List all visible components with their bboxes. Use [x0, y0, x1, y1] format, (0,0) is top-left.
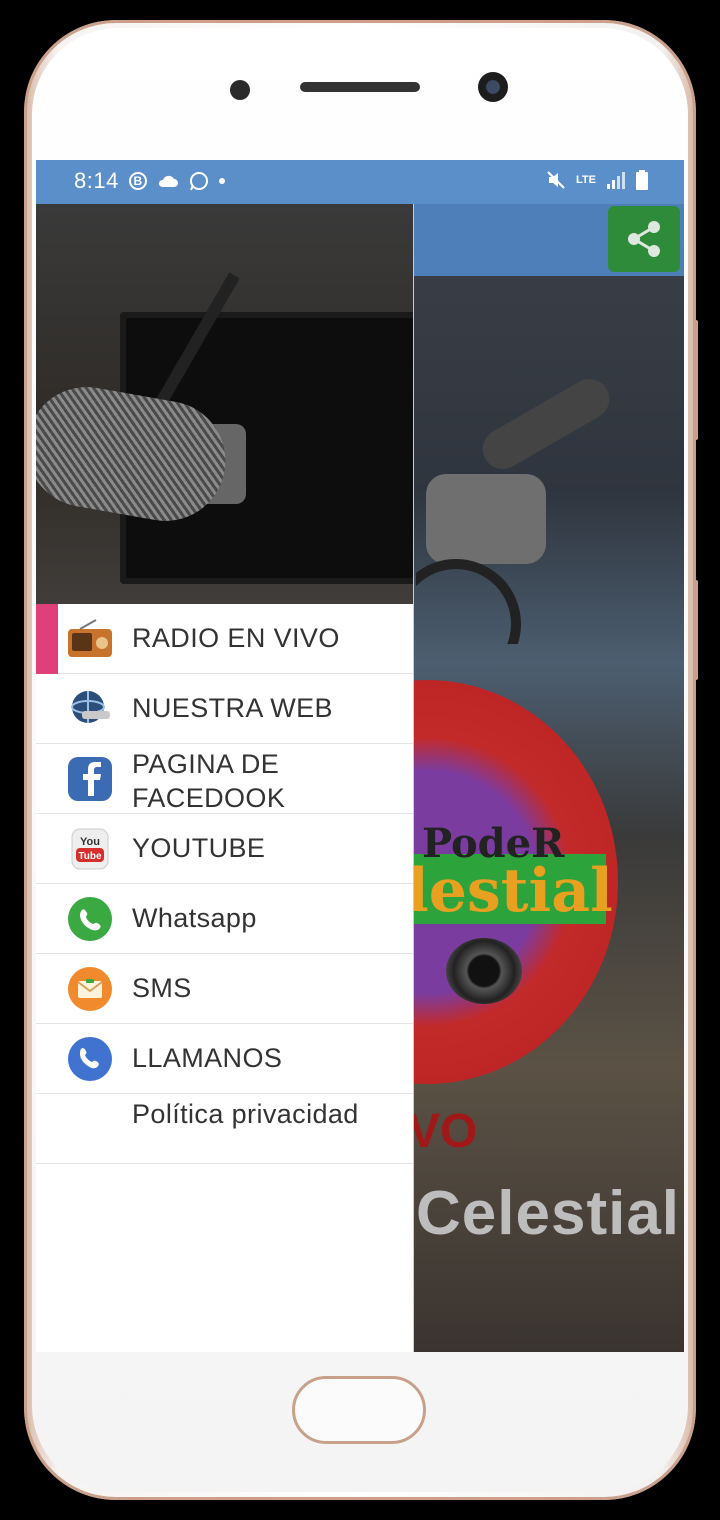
- background-microphone-image: [416, 379, 610, 644]
- logo-caption: Celestial: [416, 1179, 681, 1248]
- menu-item-label: SMS: [132, 973, 192, 1003]
- menu-item-label: NUESTRA WEB: [132, 693, 333, 723]
- menu-item-label: Whatsapp: [132, 903, 257, 933]
- drawer-header-image: [36, 204, 414, 604]
- globe-icon: [66, 687, 114, 731]
- menu-item-nuestra-web[interactable]: NUESTRA WEB: [36, 674, 414, 744]
- menu-item-label: PAGINA DE FACEDOOK: [132, 749, 286, 813]
- menu-item-label: YOUTUBE: [132, 833, 266, 863]
- cloud-icon: [158, 175, 178, 187]
- menu-item-label: LLAMANOS: [132, 1043, 283, 1073]
- navigation-drawer: RADIO EN VIVO NUESTRA WEB PAGINA DE FACE…: [36, 204, 414, 1352]
- menu-item-llamanos[interactable]: LLAMANOS: [36, 1024, 414, 1094]
- sms-icon: [66, 967, 114, 1011]
- home-button[interactable]: [292, 1376, 426, 1444]
- menu-item-label: RADIO EN VIVO: [132, 623, 340, 653]
- menu-item-label: Política privacidad: [132, 1099, 359, 1129]
- notification-dot-icon: [218, 178, 225, 184]
- clock: 8:14: [74, 168, 119, 193]
- share-button[interactable]: [608, 206, 680, 272]
- share-icon: [628, 221, 660, 257]
- battery-icon: [636, 170, 648, 190]
- menu-item-radio-en-vivo[interactable]: RADIO EN VIVO: [36, 604, 414, 674]
- speaker-icon: [446, 938, 522, 1004]
- b-badge-icon: B: [128, 172, 147, 190]
- whatsapp-status-icon: [189, 172, 208, 191]
- menu-item-facebook[interactable]: PAGINA DE FACEDOOK: [36, 744, 414, 814]
- facebook-icon: [66, 757, 114, 801]
- power-button: [694, 580, 698, 680]
- svg-text:You: You: [80, 836, 100, 848]
- active-indicator: [36, 604, 58, 674]
- menu-item-sms[interactable]: SMS: [36, 954, 414, 1024]
- logo-subtitle: VO: [408, 1105, 478, 1158]
- screen: PodeR lestial VO Celestial 8:14 B LTE RA…: [36, 160, 684, 1352]
- svg-text:Tube: Tube: [78, 851, 102, 862]
- menu-item-whatsapp[interactable]: Whatsapp: [36, 884, 414, 954]
- mute-icon: [547, 171, 565, 189]
- volume-button: [694, 320, 698, 440]
- drawer-edge: [413, 204, 414, 1352]
- whatsapp-icon: [66, 897, 114, 941]
- radio-icon: [66, 617, 114, 661]
- lte-indicator: LTE: [576, 174, 596, 186]
- signal-icon: [607, 172, 625, 189]
- drawer-menu: RADIO EN VIVO NUESTRA WEB PAGINA DE FACE…: [36, 604, 414, 1164]
- menu-item-politica-privacidad[interactable]: Política privacidad: [36, 1094, 414, 1164]
- proximity-sensor: [230, 80, 250, 100]
- logo-text-main: lestial: [406, 856, 613, 926]
- phone-call-icon: [66, 1037, 114, 1081]
- status-bar: 8:14 B LTE: [36, 160, 684, 204]
- earpiece: [300, 82, 420, 92]
- menu-item-youtube[interactable]: You Tube YOUTUBE: [36, 814, 414, 884]
- youtube-icon: You Tube: [66, 827, 114, 871]
- front-camera: [478, 72, 508, 102]
